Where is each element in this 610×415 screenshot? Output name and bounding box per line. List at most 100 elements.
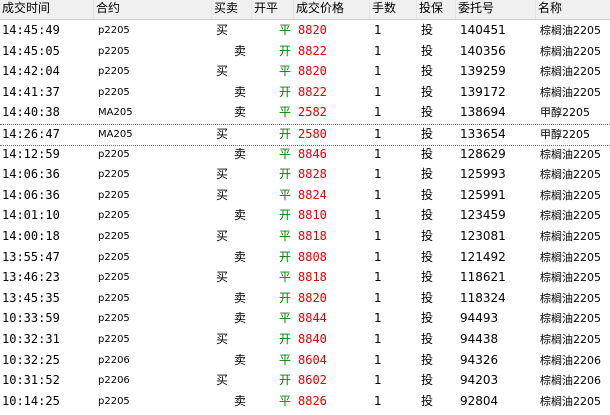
table-row[interactable]: 14:45:49 p2205 买 平 8820 1 投 140451 棕榈油2205 [0,21,610,43]
contract-code-cell: p2205 [98,231,130,242]
table-row[interactable]: 14:06:36 p2205 买 平 8824 1 投 125991 棕榈油2205 [0,186,610,208]
quantity-cell: 1 [374,373,382,388]
direction-cell: 卖 [233,311,246,326]
quantity-cell: 1 [374,43,382,58]
table-row[interactable]: 14:12:59 p2205 卖 平 8846 1 投 128629 棕榈油2205 [0,145,610,167]
trade-price-cell: 8808 [298,249,327,264]
order-number-cell: 125993 [460,167,506,182]
contract-code-cell: p2205 [98,148,130,160]
instrument-name-cell: 棕榈油2205 [540,168,601,182]
direction-cell: 买 [216,373,229,388]
trade-records-table: 成交时间 合约 买卖 开平 成交价格 手数 投保 委托号 名称 14:45:49… [0,0,610,415]
trade-time-cell: 10:33:59 [2,311,60,326]
trade-price-cell: 8820 [298,23,327,37]
order-number-cell: 118621 [460,270,506,285]
hedge-flag-cell: 投 [421,105,434,120]
table-row[interactable]: 13:45:35 p2205 卖 开 8820 1 投 118324 棕榈油2205 [0,289,610,311]
trade-time-cell: 14:06:36 [2,167,60,182]
direction-cell: 买 [216,23,229,37]
table-row[interactable]: 14:41:37 p2205 卖 开 8822 1 投 139172 棕榈油2205 [0,83,610,105]
contract-code-cell: MA205 [98,107,133,119]
table-row[interactable]: 10:33:59 p2205 卖 平 8844 1 投 94493 棕榈油2205 [0,309,610,331]
open-close-cell: 平 [278,23,291,37]
table-row[interactable]: 10:14:25 p2205 卖 平 8826 1 投 92804 棕榈油2205 [0,392,610,414]
direction-cell: 卖 [233,84,246,99]
column-header-direction[interactable]: 买卖 [212,0,252,19]
hedge-flag-cell: 投 [421,167,434,182]
hedge-flag-cell: 投 [421,270,434,285]
quantity-cell: 1 [374,352,382,367]
instrument-name-cell: 棕榈油2205 [540,333,601,346]
trade-price-cell: 8822 [298,84,327,99]
table-row[interactable]: 14:40:38 MA205 卖 平 2582 1 投 138694 甲醇2205 [0,103,610,125]
contract-code-cell: p2206 [98,375,130,387]
trade-price-cell: 8602 [298,373,327,388]
instrument-name-cell: 棕榈油2205 [540,44,601,58]
contract-code-cell: p2205 [98,334,130,345]
table-row[interactable]: 10:31:52 p2206 买 开 8602 1 投 94203 棕榈油2206 [0,371,610,393]
hedge-flag-cell: 投 [421,23,434,37]
column-header-price[interactable]: 成交价格 [294,0,370,19]
trade-time-cell: 14:40:38 [2,105,60,120]
table-row[interactable]: 10:32:25 p2206 卖 平 8604 1 投 94326 棕榈油2206 [0,351,610,373]
contract-code-cell: p2205 [98,45,130,57]
contract-code-cell: p2205 [98,86,130,98]
column-header-time[interactable]: 成交时间 [0,0,94,19]
column-header-hedge[interactable]: 投保 [417,0,456,19]
table-row[interactable]: 14:01:10 p2205 卖 开 8810 1 投 123459 棕榈油2205 [0,206,610,228]
direction-cell: 卖 [233,352,246,367]
trade-time-cell: 14:12:59 [2,146,60,161]
trade-time-cell: 14:06:36 [2,187,60,202]
table-row[interactable]: 10:32:31 p2205 买 开 8840 1 投 94438 棕榈油2205 [0,330,610,352]
column-header-order-no[interactable]: 委托号 [456,0,536,19]
direction-cell: 买 [216,64,229,79]
order-number-cell: 121492 [460,249,506,264]
table-row[interactable]: 14:45:05 p2205 卖 开 8822 1 投 140356 棕榈油2205 [0,42,610,64]
trade-price-cell: 8844 [298,311,327,326]
quantity-cell: 1 [374,229,382,243]
order-number-cell: 140356 [460,43,506,58]
contract-code-cell: p2205 [98,25,130,36]
table-row[interactable]: 14:26:47 MA205 买开 2580 1 投 133654 甲醇2205 [0,124,610,146]
column-header-name[interactable]: 名称 [536,0,610,19]
table-row[interactable]: 14:00:18 p2205 买 平 8818 1 投 123081 棕榈油2205 [0,227,610,249]
order-number-cell: 92804 [460,393,499,408]
trade-price-cell: 8846 [298,146,327,161]
table-row[interactable]: 14:06:36 p2205 买 开 8828 1 投 125993 棕榈油2205 [0,165,610,187]
contract-code-cell: p2205 [98,66,130,78]
hedge-flag-cell: 投 [421,249,434,264]
order-number-cell: 94438 [460,332,499,346]
instrument-name-cell: 棕榈油2205 [540,85,601,99]
column-header-offset[interactable]: 开平 [252,0,294,19]
table-row[interactable]: 13:55:47 p2205 卖 开 8808 1 投 121492 棕榈油2205 [0,248,610,270]
direction-cell: 卖 [233,393,246,408]
order-number-cell: 123459 [460,208,506,223]
hedge-flag-cell: 投 [421,352,434,367]
order-number-cell: 118324 [460,290,506,305]
instrument-name-cell: 棕榈油2205 [540,188,601,202]
order-number-cell: 138694 [460,105,506,120]
order-number-cell: 128629 [460,146,506,161]
column-header-contract[interactable]: 合约 [94,0,212,19]
trade-time-cell: 10:31:52 [2,373,60,388]
trade-time-cell: 10:32:25 [2,352,60,367]
quantity-cell: 1 [374,332,382,346]
open-close-cell: 开 [278,43,291,58]
open-close-cell: 平 [278,64,291,79]
hedge-flag-cell: 投 [421,373,434,388]
table-row[interactable]: 13:46:23 p2205 买 平 8818 1 投 118621 棕榈油2205 [0,268,610,290]
quantity-cell: 1 [374,146,382,161]
contract-code-cell: p2205 [98,313,130,325]
open-close-cell: 平 [278,105,291,120]
instrument-name-cell: 棕榈油2205 [540,147,601,161]
column-header-qty[interactable]: 手数 [370,0,417,19]
trade-time-cell: 14:45:49 [2,23,60,37]
trade-price-cell: 8820 [298,64,327,79]
table-row[interactable]: 14:42:04 p2205 买 平 8820 1 投 139259 棕榈油2205 [0,62,610,84]
contract-code-cell: p2206 [98,354,130,366]
trade-time-cell: 10:14:25 [2,393,60,408]
quantity-cell: 1 [374,270,382,285]
direction-cell: 卖 [233,105,246,120]
trade-price-cell: 8604 [298,352,327,367]
direction-cell: 卖 [233,146,246,161]
